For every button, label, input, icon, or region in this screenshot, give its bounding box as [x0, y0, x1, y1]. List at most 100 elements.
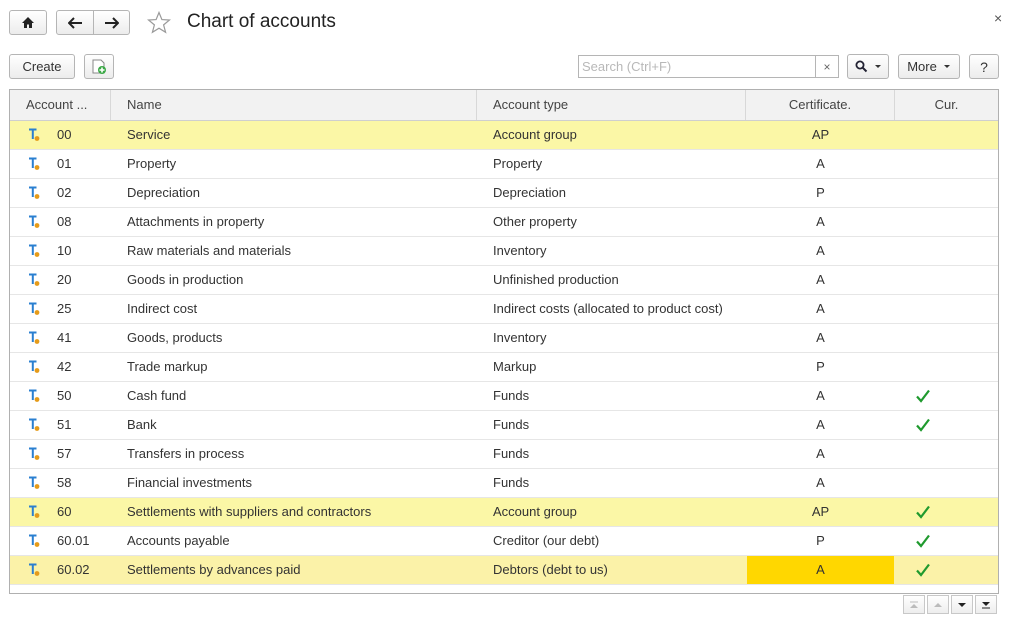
- table-row[interactable]: 60.02 Settlements by advances paid Debtors…: [10, 556, 998, 585]
- checkmark-icon: [915, 417, 931, 436]
- search-options-button[interactable]: [847, 54, 889, 79]
- create-button[interactable]: Create: [9, 54, 75, 79]
- table-row[interactable]: 60 Settlements with suppliers and contrac…: [10, 498, 998, 527]
- chevron-down-icon: [943, 65, 950, 68]
- table-row[interactable]: 01 Property Property A: [10, 150, 998, 179]
- search-icon: [855, 60, 867, 73]
- cell-account-code: 58: [57, 475, 72, 490]
- account-icon: [28, 476, 40, 493]
- table-row[interactable]: 02 Depreciation Depreciation P: [10, 179, 998, 208]
- table-row[interactable]: 50 Cash fund Funds A: [10, 382, 998, 411]
- table-row[interactable]: 57 Transfers in process Funds A: [10, 440, 998, 469]
- table-row[interactable]: 00 Service Account group AP: [10, 121, 998, 150]
- cell-account-code: 20: [57, 272, 72, 287]
- column-header-account-type[interactable]: Account type: [477, 90, 746, 120]
- cell-account-code: 01: [57, 156, 72, 171]
- account-icon: [28, 447, 40, 464]
- home-button[interactable]: [9, 10, 47, 35]
- accounts-table: Account ... Name Account type Certificat…: [9, 89, 999, 594]
- cell-certificate: P: [816, 359, 825, 374]
- cell-certificate: A: [816, 417, 825, 432]
- cell-account-code: 60.01: [57, 533, 90, 548]
- account-icon: [28, 418, 40, 435]
- table-row[interactable]: 42 Trade markup Markup P: [10, 353, 998, 382]
- cell-account-type: Inventory: [493, 330, 547, 345]
- clear-search-button[interactable]: ×: [815, 56, 838, 77]
- cell-certificate: P: [816, 533, 825, 548]
- checkmark-icon: [915, 388, 931, 407]
- table-row[interactable]: 20 Goods in production Unfinished producti…: [10, 266, 998, 295]
- account-icon: [28, 128, 40, 145]
- cell-name: Financial investments: [127, 475, 252, 490]
- account-icon: [28, 389, 40, 406]
- cell-certificate: A: [816, 388, 825, 403]
- table-row[interactable]: 08 Attachments in property Other property A: [10, 208, 998, 237]
- checkmark-icon: [915, 562, 931, 581]
- cell-name: Goods, products: [127, 330, 223, 345]
- account-icon: [28, 534, 40, 551]
- more-menu-button[interactable]: More: [898, 54, 960, 79]
- cell-certificate: A: [816, 214, 825, 229]
- cell-account-code: 60: [57, 504, 72, 519]
- account-icon: [28, 505, 40, 522]
- up-icon: [934, 602, 942, 607]
- help-button[interactable]: ?: [969, 54, 999, 79]
- close-icon[interactable]: ×: [994, 10, 1002, 26]
- checkmark-icon: [915, 533, 931, 552]
- cell-name: Raw materials and materials: [127, 243, 292, 258]
- favorite-star-icon[interactable]: [146, 10, 172, 37]
- cell-name: Property: [127, 156, 177, 171]
- scroll-up-button[interactable]: [927, 595, 949, 614]
- cell-account-code: 57: [57, 446, 72, 461]
- cell-account-type: Property: [493, 156, 543, 171]
- table-row[interactable]: 51 Bank Funds A: [10, 411, 998, 440]
- cell-account-type: Funds: [493, 475, 530, 490]
- back-button[interactable]: [56, 10, 94, 35]
- cell-certificate: A: [816, 243, 825, 258]
- cell-certificate: A: [816, 475, 825, 490]
- cell-account-type: Funds: [493, 388, 530, 403]
- down-icon: [958, 602, 966, 607]
- column-header-certificate[interactable]: Certificate.: [746, 90, 895, 120]
- cell-certificate: A: [816, 301, 825, 316]
- cell-name: Indirect cost: [127, 301, 198, 316]
- scroll-last-button[interactable]: [975, 595, 997, 614]
- table-row[interactable]: 10 Raw materials and materials Inventory A: [10, 237, 998, 266]
- table-row[interactable]: 41 Goods, products Inventory A: [10, 324, 998, 353]
- cell-name: Settlements by advances paid: [127, 562, 301, 577]
- cell-certificate: AP: [811, 127, 830, 142]
- column-header-name[interactable]: Name: [111, 90, 477, 120]
- chevron-down-icon: [874, 65, 881, 68]
- cell-name: Service: [127, 127, 171, 142]
- cell-account-code: 50: [57, 388, 72, 403]
- search-input[interactable]: [582, 58, 812, 75]
- create-group-button[interactable]: [84, 54, 114, 79]
- page-title: Chart of accounts: [187, 11, 336, 32]
- cell-certificate: A: [747, 556, 894, 584]
- cell-name: Cash fund: [127, 388, 187, 403]
- cell-name: Bank: [127, 417, 157, 432]
- cell-account-type: Account group: [493, 504, 577, 519]
- table-row[interactable]: 60.01 Accounts payable Creditor (our debt)…: [10, 527, 998, 556]
- cell-account-type: Funds: [493, 417, 530, 432]
- last-icon: [982, 601, 990, 608]
- cell-account-type: Account group: [493, 127, 577, 142]
- cell-account-type: Depreciation: [493, 185, 566, 200]
- cell-account-type: Other property: [493, 214, 577, 229]
- cell-name: Depreciation: [127, 185, 200, 200]
- forward-button[interactable]: [93, 10, 130, 35]
- scroll-first-button[interactable]: [903, 595, 925, 614]
- cell-name: Accounts payable: [127, 533, 230, 548]
- column-header-currency[interactable]: Cur.: [895, 90, 998, 120]
- add-document-icon: [92, 59, 106, 74]
- table-row[interactable]: 25 Indirect cost Indirect costs (allocated…: [10, 295, 998, 324]
- cell-account-type: Indirect costs (allocated to product cos…: [493, 301, 723, 316]
- table-row[interactable]: 58 Financial investments Funds A: [10, 469, 998, 498]
- scroll-down-button[interactable]: [951, 595, 973, 614]
- cell-certificate: A: [816, 446, 825, 461]
- cell-account-code: 00: [57, 127, 72, 142]
- checkmark-icon: [915, 504, 931, 523]
- cell-account-type: Creditor (our debt): [493, 533, 600, 548]
- column-header-account[interactable]: Account ...: [10, 90, 111, 120]
- account-icon: [28, 215, 40, 232]
